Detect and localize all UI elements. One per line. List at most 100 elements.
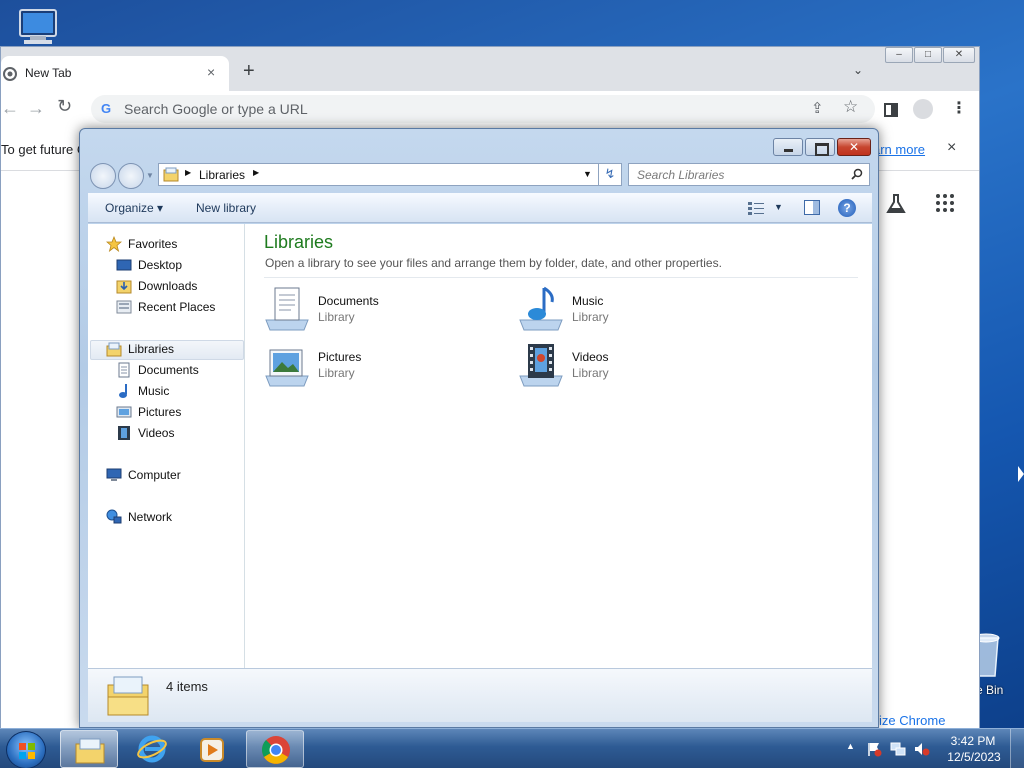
- library-item-pictures[interactable]: Pictures Library: [264, 342, 484, 392]
- library-name: Music: [572, 294, 604, 308]
- address-bar[interactable]: ▶ Libraries ▶ ▼: [158, 163, 622, 186]
- show-hidden-icons-arrow[interactable]: ▲: [846, 741, 855, 751]
- videos-library-icon: [519, 344, 563, 387]
- taskbar-media-player-button[interactable]: [184, 730, 242, 768]
- tab-search-icon[interactable]: ⌄: [853, 63, 863, 77]
- action-center-flag-icon[interactable]: [866, 741, 882, 757]
- library-item-videos[interactable]: Videos Library: [518, 342, 738, 392]
- omnibox[interactable]: G Search Google or type a URL ⇪ ☆: [91, 95, 875, 123]
- preview-pane-icon[interactable]: [804, 200, 820, 215]
- breadcrumb-arrow-icon[interactable]: ▶: [253, 168, 259, 177]
- breadcrumb-arrow-icon[interactable]: ▶: [185, 168, 191, 177]
- taskbar: ▲ 3:42 PM 12/5/2023: [0, 728, 1024, 768]
- chrome-tab-title: New Tab: [25, 66, 72, 80]
- google-g-icon: G: [101, 101, 112, 116]
- library-item-music[interactable]: Music Library: [518, 286, 738, 336]
- back-arrow-icon[interactable]: ←: [1, 98, 19, 119]
- new-library-button[interactable]: New library: [196, 201, 256, 215]
- libraries-folder-icon: [163, 167, 179, 182]
- chrome-tab-new-tab[interactable]: New Tab ×: [1, 56, 229, 91]
- share-icon[interactable]: ⇪: [811, 99, 824, 117]
- profile-avatar-icon[interactable]: [913, 99, 933, 119]
- search-box[interactable]: Search Libraries: [628, 163, 870, 186]
- new-tab-button[interactable]: +: [243, 61, 255, 81]
- chrome-maximize-button[interactable]: □: [914, 47, 942, 63]
- documents-library-icon: [265, 287, 309, 331]
- favorites-star-icon: [106, 236, 122, 252]
- reload-icon[interactable]: ↻: [57, 96, 72, 117]
- bookmark-star-icon[interactable]: ☆: [843, 97, 858, 117]
- library-name: Videos: [572, 350, 609, 364]
- libraries-icon: [106, 342, 122, 357]
- clock-date[interactable]: 12/5/2023: [946, 750, 1002, 764]
- library-type: Library: [572, 310, 609, 324]
- address-dropdown-icon[interactable]: ▼: [583, 169, 592, 179]
- media-player-icon: [200, 738, 224, 762]
- library-name: Pictures: [318, 350, 362, 364]
- chrome-close-button[interactable]: ✕: [943, 47, 975, 63]
- explorer-minimize-button[interactable]: [773, 138, 803, 156]
- downloads-folder-icon: [116, 280, 132, 294]
- google-apps-grid-icon[interactable]: [935, 193, 955, 213]
- navigation-pane: Favorites Desktop Downloads Recent Place…: [88, 224, 245, 668]
- pictures-library-icon: [265, 349, 309, 387]
- computer-desktop-icon[interactable]: [14, 8, 62, 48]
- page-description: Open a library to see your files and arr…: [265, 256, 722, 270]
- library-type: Library: [572, 366, 609, 380]
- breadcrumb-libraries[interactable]: Libraries: [199, 168, 245, 182]
- details-pane: 4 items: [88, 668, 872, 722]
- network-tray-icon[interactable]: [890, 741, 906, 757]
- chrome-toolbar: ← → ↻ G Search Google or type a URL ⇪ ☆ …: [1, 91, 979, 127]
- chrome-menu-icon[interactable]: ⋮: [951, 98, 967, 118]
- show-desktop-button[interactable]: [1010, 729, 1024, 768]
- desktop-icon: [116, 259, 132, 271]
- taskbar-explorer-button[interactable]: [60, 730, 118, 768]
- chrome-window-controls: – □ ✕: [885, 47, 975, 65]
- explorer-folder-icon: [75, 738, 105, 764]
- content-pane: Libraries Open a library to see your fil…: [246, 224, 872, 668]
- refresh-button[interactable]: ↯: [598, 163, 622, 186]
- change-view-icon[interactable]: [748, 201, 764, 215]
- explorer-close-button[interactable]: ✕: [837, 138, 871, 156]
- library-name: Documents: [318, 294, 379, 308]
- page-title: Libraries: [264, 232, 334, 252]
- internet-explorer-icon: [137, 735, 167, 763]
- infobar-learn-more-link[interactable]: arn more: [873, 142, 925, 157]
- explorer-forward-button[interactable]: [118, 163, 144, 189]
- chrome-icon: [262, 736, 290, 764]
- recycle-bin-label: e Bin: [976, 683, 1004, 697]
- infobar-text: To get future C: [1, 142, 87, 157]
- help-icon[interactable]: ?: [838, 199, 856, 217]
- organize-button[interactable]: Organize ▾: [105, 201, 163, 215]
- mouse-cursor: [1018, 466, 1024, 482]
- music-library-icon: [519, 286, 563, 331]
- documents-icon: [118, 362, 130, 378]
- chrome-labs-flask-icon[interactable]: [885, 193, 907, 215]
- volume-muted-icon[interactable]: [914, 741, 930, 757]
- explorer-maximize-button[interactable]: [805, 138, 835, 156]
- recent-pages-dropdown-icon[interactable]: ▼: [146, 171, 154, 180]
- videos-filmstrip-icon: [118, 426, 130, 440]
- library-item-documents[interactable]: Documents Library: [264, 286, 484, 336]
- chrome-logo-icon: [3, 67, 17, 81]
- start-button[interactable]: [6, 731, 46, 768]
- recent-places-icon: [116, 300, 132, 314]
- network-globe-icon: [106, 509, 122, 524]
- taskbar-internet-explorer-button[interactable]: [124, 730, 182, 768]
- infobar-close-icon[interactable]: ×: [947, 139, 956, 157]
- view-options-dropdown-icon[interactable]: ▼: [774, 202, 783, 212]
- computer-icon: [106, 468, 122, 481]
- omnibox-placeholder: Search Google or type a URL: [124, 101, 308, 117]
- chrome-minimize-button[interactable]: –: [885, 47, 913, 63]
- chrome-tab-bar: New Tab × + ⌄ – □ ✕: [1, 47, 979, 91]
- clock-time[interactable]: 3:42 PM: [950, 734, 996, 748]
- search-icon[interactable]: [851, 168, 863, 180]
- side-panel-icon[interactable]: [884, 103, 898, 117]
- taskbar-chrome-button[interactable]: [246, 730, 304, 768]
- command-bar: Organize ▾ New library ▼ ?: [88, 193, 872, 223]
- explorer-back-button[interactable]: [90, 163, 116, 189]
- explorer-window: ✕ ▼ ▶ Libraries ▶ ▼ ↯ Search Libraries O…: [79, 128, 879, 728]
- close-tab-icon[interactable]: ×: [207, 64, 215, 80]
- windows-logo-icon: [19, 743, 35, 759]
- forward-arrow-icon[interactable]: →: [27, 98, 45, 119]
